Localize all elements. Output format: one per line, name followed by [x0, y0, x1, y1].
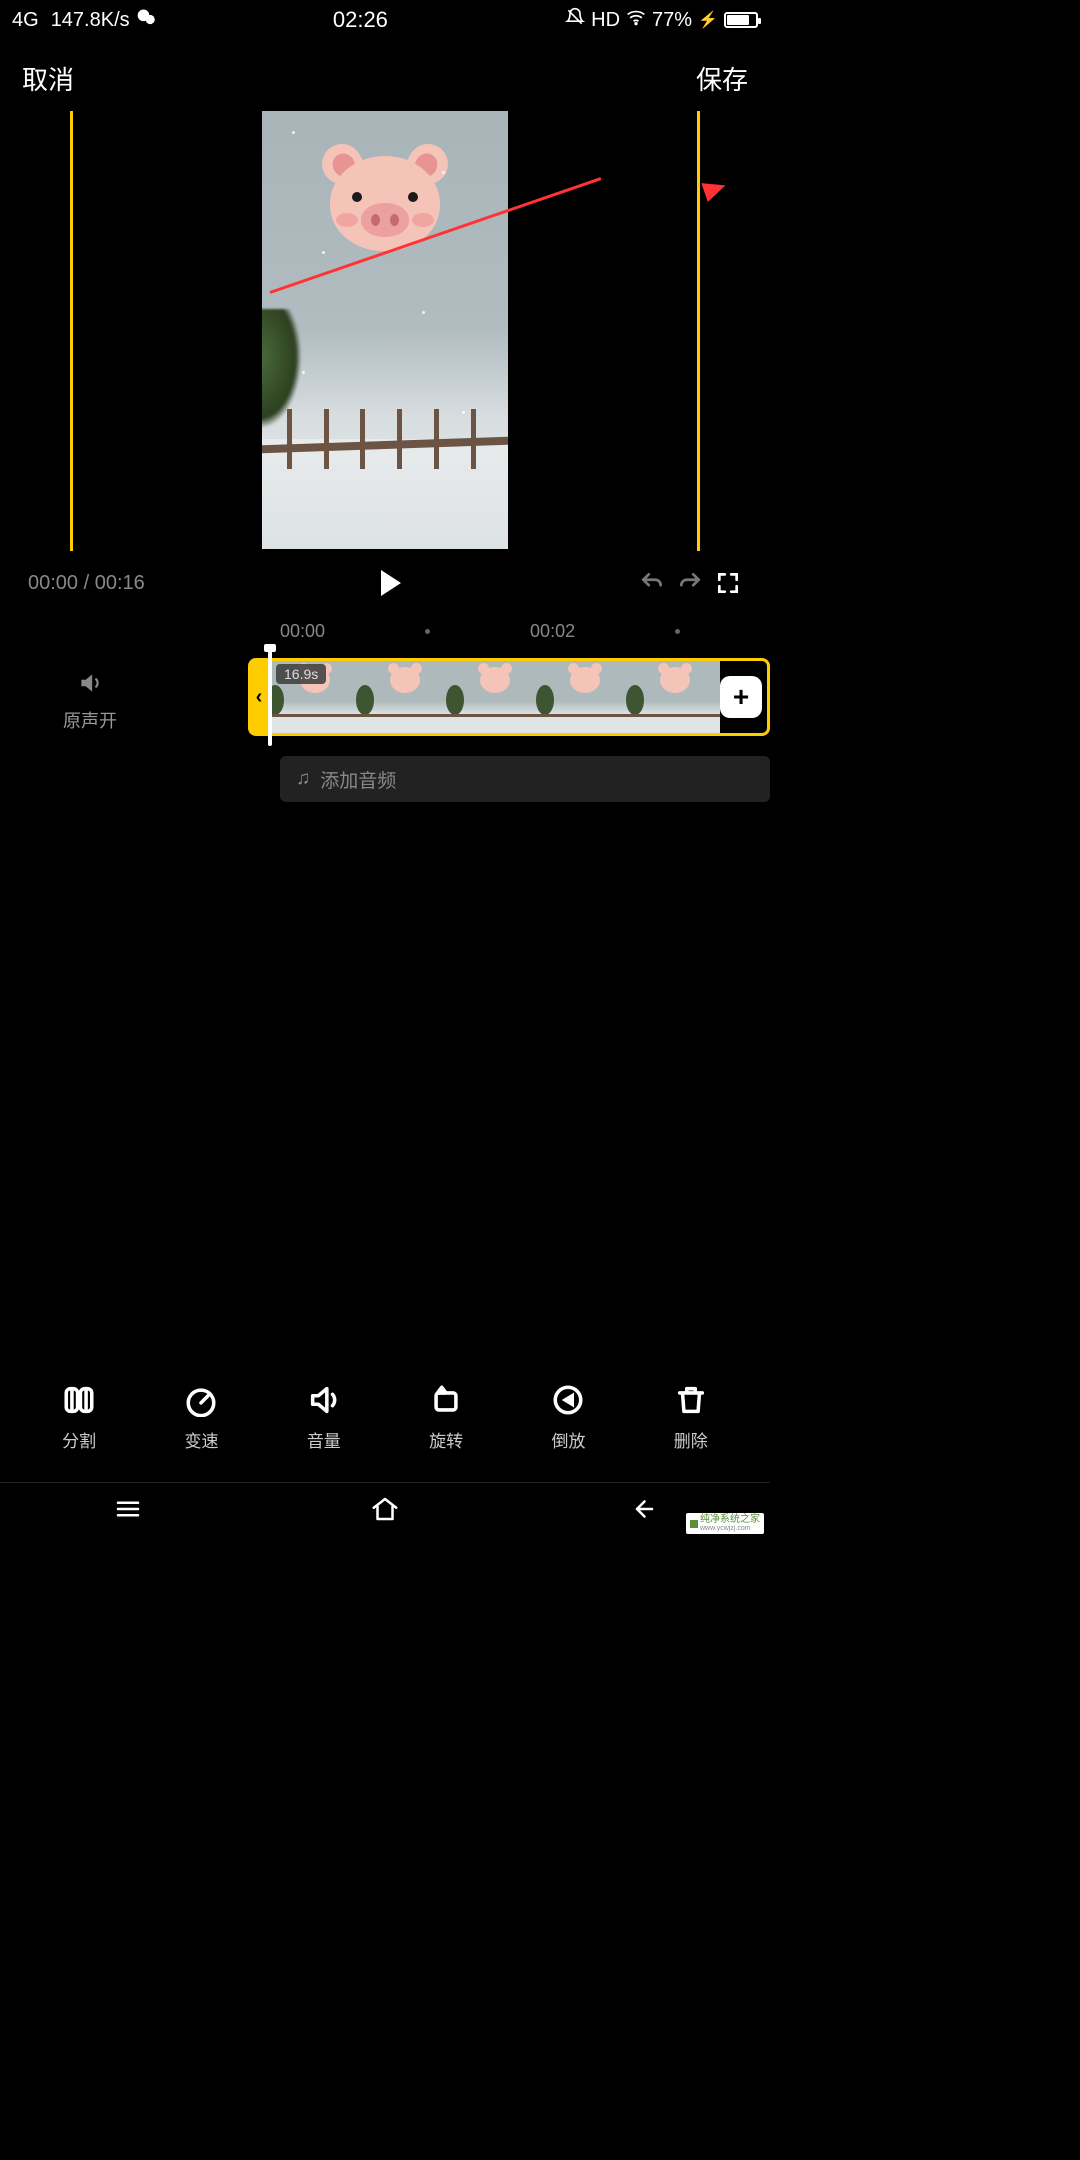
network-type: 4G [12, 9, 39, 32]
volume-label: 音量 [307, 1427, 341, 1452]
watermark-text: 纯净系统之家 [700, 1515, 760, 1525]
system-navbar [0, 1482, 770, 1540]
annotation-arrow-head [701, 176, 728, 202]
time-display: 00:00 / 00:16 [28, 572, 145, 595]
clip-thumb [450, 661, 540, 733]
hd-label: HD [591, 9, 620, 32]
original-sound-toggle[interactable]: 原声开 [0, 662, 180, 733]
charging-icon: ⚡ [698, 10, 718, 30]
playhead[interactable] [268, 648, 272, 746]
delete-button[interactable]: 删除 [674, 1383, 708, 1452]
clip-thumb [360, 661, 450, 733]
clip-duration: 16.9s [276, 664, 326, 684]
add-audio-label: 添加音频 [320, 766, 396, 793]
status-bar: 4G 147.8K/s 02:26 HD 77% ⚡ [0, 0, 770, 40]
add-clip-button[interactable]: + [720, 676, 762, 718]
fullscreen-button[interactable] [714, 569, 742, 597]
clip-handle-left[interactable]: ‹ [248, 658, 270, 736]
battery-icon [724, 12, 758, 28]
reverse-button[interactable]: 倒放 [551, 1383, 585, 1452]
wechat-icon [136, 7, 156, 33]
rotate-label: 旋转 [429, 1427, 463, 1452]
ruler-tick-1: 00:02 [530, 621, 575, 642]
edit-toolbar: 分割 变速 音量 旋转 倒放 删除 [0, 1383, 770, 1474]
speed-button[interactable]: 变速 [184, 1383, 218, 1452]
trim-handle-right[interactable] [697, 111, 700, 551]
watermark-url: www.ycwjzj.com [700, 1525, 760, 1532]
delete-label: 删除 [674, 1427, 708, 1452]
status-left: 4G 147.8K/s [12, 7, 156, 33]
timeline: 原声开 ‹ 16.9s + [0, 652, 770, 742]
editor-header: 取消 保存 [0, 40, 770, 111]
status-time: 02:26 [333, 7, 388, 33]
reverse-label: 倒放 [551, 1427, 585, 1452]
redo-button[interactable] [676, 569, 704, 597]
battery-pct: 77% [652, 9, 692, 32]
speed-label: 变速 [184, 1427, 218, 1452]
rotate-button[interactable]: 旋转 [429, 1383, 463, 1452]
back-button[interactable] [627, 1494, 657, 1529]
music-icon: ♫ [296, 768, 310, 790]
home-button[interactable] [370, 1494, 400, 1529]
video-clip[interactable] [270, 658, 770, 736]
clip-thumb [630, 661, 720, 733]
watermark: 纯净系统之家 www.ycwjzj.com [686, 1513, 764, 1534]
preview-area [0, 111, 770, 551]
clip-thumb [540, 661, 630, 733]
wifi-icon [626, 7, 646, 33]
original-sound-label: 原声开 [0, 707, 180, 733]
play-button[interactable] [371, 570, 411, 596]
ruler-dot [425, 629, 430, 634]
clip-track[interactable]: ‹ 16.9s + [180, 658, 770, 736]
split-label: 分割 [62, 1427, 96, 1452]
ruler-dot [675, 629, 680, 634]
recents-button[interactable] [113, 1494, 143, 1529]
volume-button[interactable]: 音量 [307, 1383, 341, 1452]
save-button[interactable]: 保存 [696, 60, 748, 97]
current-time: 00:00 [28, 572, 78, 594]
total-time: 00:16 [95, 572, 145, 594]
cancel-button[interactable]: 取消 [22, 60, 74, 97]
timeline-ruler: 00:00 00:02 [0, 603, 770, 652]
playback-controls: 00:00 / 00:16 [0, 551, 770, 603]
network-speed: 147.8K/s [51, 9, 130, 32]
dnd-icon [565, 7, 585, 33]
undo-button[interactable] [638, 569, 666, 597]
video-preview[interactable] [262, 111, 508, 549]
status-right: HD 77% ⚡ [565, 7, 758, 33]
add-audio-button[interactable]: ♫ 添加音频 [280, 756, 770, 802]
trim-handle-left[interactable] [70, 111, 73, 551]
scene-fence [262, 389, 508, 449]
ruler-tick-0: 00:00 [280, 621, 325, 642]
split-button[interactable]: 分割 [62, 1383, 96, 1452]
